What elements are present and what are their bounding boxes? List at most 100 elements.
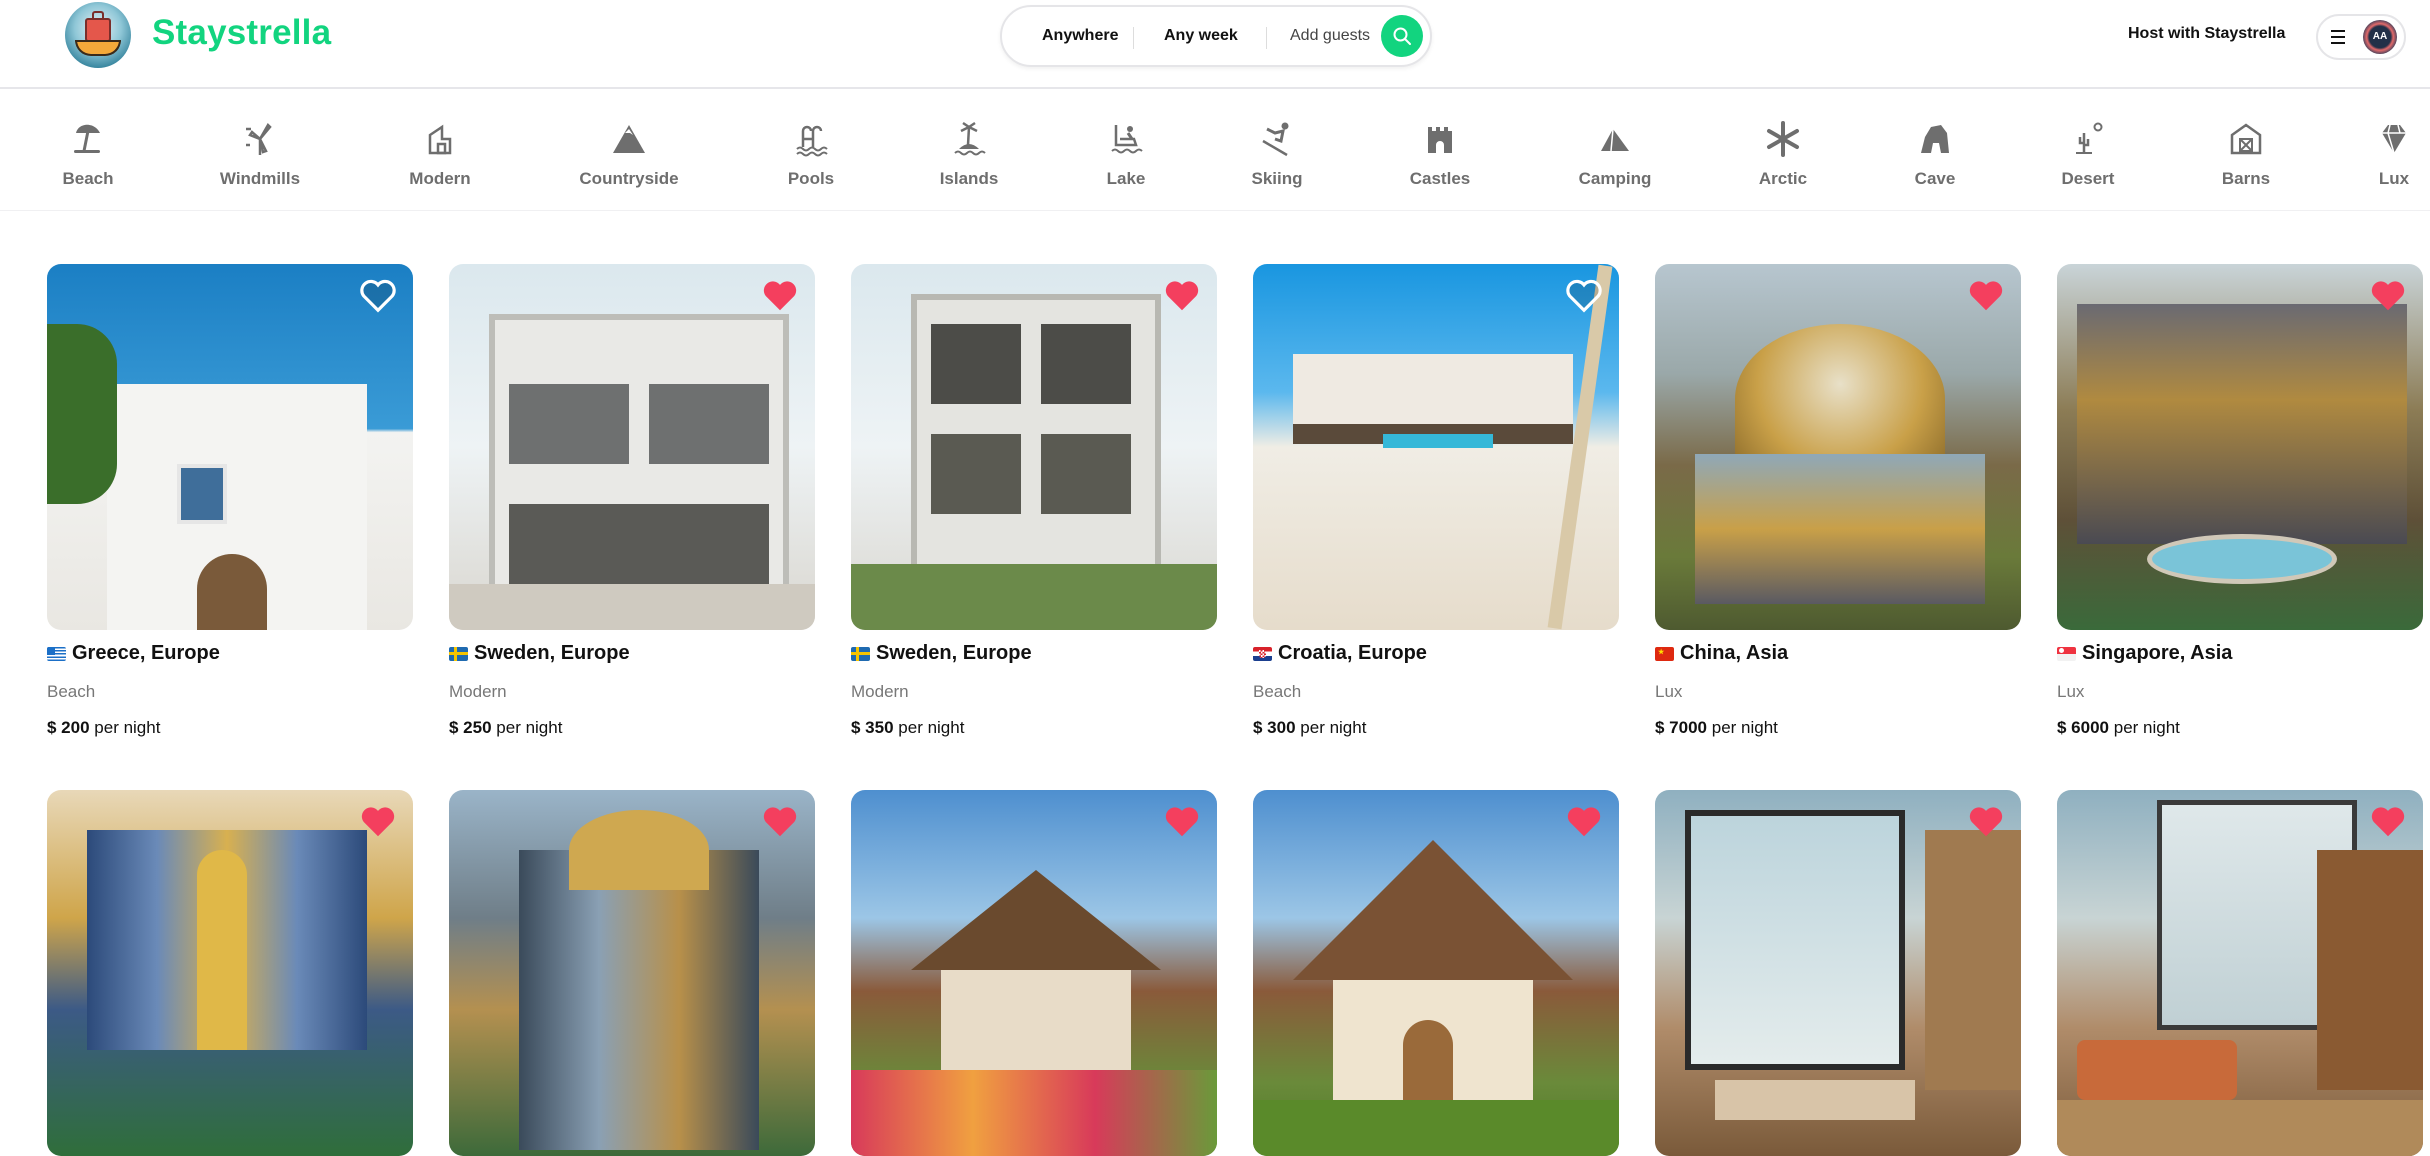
favorite-heart-filled-icon[interactable] [2369, 278, 2407, 314]
favorite-heart-outline-icon[interactable] [1565, 278, 1603, 314]
favorite-heart-filled-icon[interactable] [1163, 278, 1201, 314]
listing-location: Sweden, Europe [449, 642, 815, 665]
skiing-icon [1262, 122, 1289, 157]
listing-photo[interactable] [1253, 264, 1619, 630]
china-flag-icon: ★ [1655, 646, 1674, 661]
tent-icon [1601, 128, 1629, 152]
price-suffix: per night [496, 718, 563, 737]
search-where-button[interactable]: Anywhere [1042, 7, 1118, 65]
category-label: Lux [2378, 169, 2410, 188]
listing-card[interactable] [1655, 790, 2021, 1156]
price-amount: $ 200 [47, 718, 90, 737]
category-label: Desert [2061, 169, 2115, 188]
listing-card[interactable]: Sweden, Europe Modern $ 350 per night [851, 264, 1217, 738]
search-guests-button[interactable]: Add guests [1290, 7, 1370, 65]
listing-card[interactable] [851, 790, 1217, 1156]
category-label: Camping [1578, 169, 1652, 188]
category-desert[interactable]: Desert [2018, 119, 2158, 189]
favorite-heart-filled-icon[interactable] [1967, 804, 2005, 840]
category-label: Pools [787, 169, 835, 188]
category-lux[interactable]: Lux [2324, 119, 2430, 189]
listing-photo[interactable] [2057, 790, 2423, 1156]
category-arctic[interactable]: Arctic [1713, 119, 1853, 189]
cave-icon [1921, 125, 1949, 153]
favorite-heart-filled-icon[interactable] [761, 278, 799, 314]
category-islands[interactable]: Islands [899, 119, 1039, 189]
listing-photo[interactable] [1655, 264, 2021, 630]
listing-card[interactable]: ★ China, Asia Lux $ 7000 per night [1655, 264, 2021, 738]
search-divider [1266, 27, 1267, 49]
brand-logo[interactable] [65, 2, 131, 68]
listing-photo[interactable] [1253, 790, 1619, 1156]
price-suffix: per night [1711, 718, 1778, 737]
category-cave[interactable]: Cave [1865, 119, 2005, 189]
listing-card[interactable] [2057, 790, 2423, 1156]
category-label: Beach [62, 169, 114, 188]
listing-photo[interactable] [851, 264, 1217, 630]
listing-photo[interactable] [1655, 790, 2021, 1156]
listing-photo[interactable] [449, 790, 815, 1156]
avatar: AA [2363, 20, 2397, 54]
category-beach[interactable]: Beach [18, 119, 158, 189]
price-amount: $ 250 [449, 718, 492, 737]
category-countryside[interactable]: Countryside [559, 119, 699, 189]
croatia-flag-icon [1253, 646, 1272, 661]
sweden-flag-icon [851, 646, 870, 661]
favorite-heart-filled-icon[interactable] [2369, 804, 2407, 840]
listing-photo[interactable] [449, 264, 815, 630]
favorite-heart-filled-icon[interactable] [761, 804, 799, 840]
search-bar[interactable]: Anywhere Any week Add guests [1000, 5, 1432, 67]
user-menu-button[interactable]: AA [2316, 14, 2406, 60]
hand-icon [75, 40, 121, 56]
category-castles[interactable]: Castles [1370, 119, 1510, 189]
listing-card[interactable]: Sweden, Europe Modern $ 250 per night [449, 264, 815, 738]
category-skiing[interactable]: Skiing [1207, 119, 1347, 189]
category-camping[interactable]: Camping [1545, 119, 1685, 189]
island-icon [954, 121, 986, 156]
category-modern[interactable]: Modern [370, 119, 510, 189]
listing-location: Sweden, Europe [851, 642, 1217, 665]
favorite-heart-filled-icon[interactable] [1967, 278, 2005, 314]
category-label: Castles [1409, 169, 1471, 188]
listing-card[interactable]: Greece, Europe Beach $ 200 per night [47, 264, 413, 738]
category-lake[interactable]: Lake [1056, 119, 1196, 189]
listing-category: Modern [449, 682, 507, 701]
price-amount: $ 350 [851, 718, 894, 737]
listing-price: $ 7000 per night [1655, 718, 2021, 738]
category-label: Modern [409, 169, 471, 188]
listing-card[interactable]: Singapore, Asia Lux $ 6000 per night [2057, 264, 2423, 738]
castle-icon [1428, 127, 1452, 153]
listing-price: $ 250 per night [449, 718, 815, 738]
listing-photo[interactable] [47, 790, 413, 1156]
listing-card[interactable] [1253, 790, 1619, 1156]
listing-card[interactable] [47, 790, 413, 1156]
favorite-heart-filled-icon[interactable] [1163, 804, 1201, 840]
favorite-heart-outline-icon[interactable] [359, 278, 397, 314]
listing-card[interactable] [449, 790, 815, 1156]
top-navigation-bar: Staystrella Anywhere Any week Add guests… [0, 0, 2430, 89]
listing-photo[interactable] [47, 264, 413, 630]
price-suffix: per night [1300, 718, 1367, 737]
listing-price: $ 200 per night [47, 718, 413, 738]
listing-photo[interactable] [2057, 264, 2423, 630]
suitcase-icon [85, 18, 111, 42]
category-pools[interactable]: Pools [741, 119, 881, 189]
search-submit-button[interactable] [1381, 15, 1423, 57]
favorite-heart-filled-icon[interactable] [1565, 804, 1603, 840]
search-icon [1393, 27, 1411, 45]
listing-category: Beach [47, 682, 96, 701]
host-link[interactable]: Host with Staystrella [2128, 25, 2285, 43]
price-amount: $ 6000 [2057, 718, 2109, 737]
brand-name[interactable]: Staystrella [152, 13, 331, 53]
category-label: Lake [1106, 169, 1146, 188]
pool-icon [796, 125, 828, 157]
listing-photo[interactable] [851, 790, 1217, 1156]
listing-category: Modern [851, 682, 909, 701]
listing-card[interactable]: Croatia, Europe Beach $ 300 per night [1253, 264, 1619, 738]
search-when-button[interactable]: Any week [1164, 7, 1238, 65]
category-windmills[interactable]: Windmills [190, 119, 330, 189]
beach-umbrella-icon [74, 124, 100, 153]
price-suffix: per night [898, 718, 965, 737]
category-barns[interactable]: Barns [2176, 119, 2316, 189]
favorite-heart-filled-icon[interactable] [359, 804, 397, 840]
